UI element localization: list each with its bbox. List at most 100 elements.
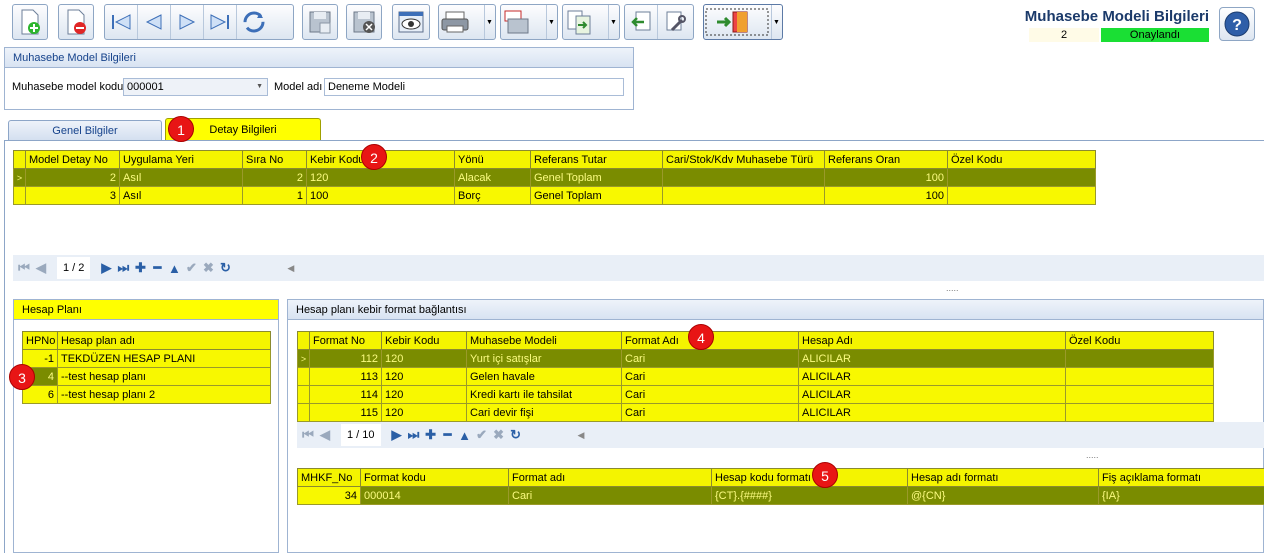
remove-icon[interactable]: ━ [441,427,455,443]
column-header[interactable]: Sıra No [242,150,307,169]
cell[interactable]: Borç [454,186,531,205]
column-header[interactable]: Uygulama Yeri [119,150,243,169]
previous-icon[interactable]: ◀ [34,260,48,276]
refresh-icon[interactable]: ↻ [218,260,232,276]
print-button[interactable]: ▼ [438,4,496,40]
table-row[interactable]: 113 120 Gelen havale Cari ALICILAR [297,367,1214,386]
cell[interactable]: 120 [381,349,467,368]
column-header[interactable]: Özel Kodu [947,150,1096,169]
cell[interactable]: Cari [508,486,712,505]
last-icon[interactable]: ⏭ [116,260,130,276]
add-icon[interactable]: ✚ [133,260,147,276]
column-header[interactable]: Cari/Stok/Kdv Muhasebe Türü [662,150,825,169]
cancel-save-button[interactable] [346,4,382,40]
next-icon[interactable]: ▶ [390,427,404,443]
cell[interactable]: 000014 [360,486,509,505]
table-row[interactable]: > 112 120 Yurt içi satışlar Cari ALICILA… [297,349,1214,368]
cell[interactable]: {CT}.{####} [711,486,908,505]
column-header[interactable]: Format No [309,331,382,350]
check-icon[interactable]: ✔ [475,427,489,443]
cell[interactable]: {IA} [1098,486,1264,505]
cell[interactable]: 2 [25,168,120,187]
up-icon[interactable]: ▲ [458,428,472,443]
preview-button[interactable] [392,4,430,40]
cell[interactable]: @{CN} [907,486,1099,505]
table-row[interactable]: 114 120 Kredi kartı ile tahsilat Cari AL… [297,385,1214,404]
save-button[interactable] [302,4,338,40]
new-button[interactable] [12,4,48,40]
table-row[interactable]: > 2 Asıl 2 120 Alacak Genel Toplam 100 [13,168,1096,187]
first-icon[interactable]: ⏮ [17,260,31,276]
cell[interactable]: 34 [297,486,361,505]
cell[interactable]: Cari [621,367,799,386]
table-row[interactable]: 4 --test hesap planı [22,367,271,386]
column-header[interactable]: Format adı [508,468,712,487]
table-row[interactable]: 6 --test hesap planı 2 [22,385,271,404]
scroll-left-icon[interactable]: ◀ [287,263,294,274]
cell[interactable]: Alacak [454,168,531,187]
column-header[interactable]: Referans Tutar [530,150,663,169]
previous-record-button[interactable] [138,5,171,39]
cell[interactable]: Cari devir fişi [466,403,622,422]
cell[interactable]: Cari [621,349,799,368]
previous-icon[interactable]: ◀ [318,427,332,443]
model-name-field[interactable]: Deneme Modeli [324,78,624,96]
cell[interactable]: Asıl [119,168,243,187]
cell[interactable] [1065,385,1214,404]
add-icon[interactable]: ✚ [424,427,438,443]
cell[interactable]: 100 [824,168,948,187]
splitter[interactable]: ..... [1086,450,1099,460]
cell[interactable] [662,186,825,205]
cell[interactable] [662,168,825,187]
cell[interactable] [1065,403,1214,422]
column-header[interactable]: Format kodu [360,468,509,487]
splitter[interactable]: ..... [946,283,959,293]
first-icon[interactable]: ⏮ [301,427,315,443]
table-row[interactable]: -1 TEKDÜZEN HESAP PLANI [22,349,271,368]
chevron-down-icon[interactable]: ▼ [608,5,618,39]
cell[interactable] [1065,367,1214,386]
scroll-left-icon[interactable]: ◀ [578,430,585,441]
cell[interactable]: ALICILAR [798,367,1066,386]
chevron-down-icon[interactable]: ▼ [546,5,556,39]
export-button[interactable]: ▼ [562,4,620,40]
chevron-down-icon[interactable]: ▼ [484,5,494,39]
first-record-button[interactable] [105,5,138,39]
cell[interactable]: Genel Toplam [530,186,663,205]
cell[interactable]: ALICILAR [798,385,1066,404]
next-icon[interactable]: ▶ [99,260,113,276]
delete-button[interactable] [58,4,94,40]
cell[interactable]: Gelen havale [466,367,622,386]
cell[interactable] [947,168,1096,187]
remove-icon[interactable]: ━ [150,260,164,276]
cell[interactable]: Asıl [119,186,243,205]
cell[interactable]: --test hesap planı 2 [57,385,271,404]
column-header[interactable]: Muhasebe Modeli [466,331,622,350]
cell[interactable]: 112 [309,349,382,368]
cancel-icon[interactable]: ✖ [201,260,215,276]
cell[interactable]: 100 [824,186,948,205]
cell[interactable]: ALICILAR [798,349,1066,368]
last-icon[interactable]: ⏭ [407,427,421,443]
next-record-button[interactable] [171,5,204,39]
column-header[interactable]: Hesap plan adı [57,331,271,350]
refresh-icon[interactable]: ↻ [509,427,523,443]
table-row[interactable]: 34 000014 Cari {CT}.{####} @{CN} {IA} [297,486,1264,505]
column-header[interactable]: HPNo [22,331,58,350]
cell[interactable] [1065,349,1214,368]
settings-button[interactable] [658,5,691,39]
column-header[interactable]: Model Detay No [25,150,120,169]
table-row[interactable]: 115 120 Cari devir fişi Cari ALICILAR [297,403,1214,422]
cell[interactable]: Cari [621,403,799,422]
cell[interactable]: 120 [381,367,467,386]
cell[interactable]: Yurt içi satışlar [466,349,622,368]
column-header[interactable]: Fiş açıklama formatı [1098,468,1264,487]
import-button[interactable] [625,5,658,39]
column-header[interactable]: Kebir Kodu [381,331,467,350]
model-code-combo[interactable]: 000001 ▼ [123,78,268,96]
cell[interactable]: 114 [309,385,382,404]
column-header[interactable]: Yönü [454,150,531,169]
chevron-down-icon[interactable]: ▼ [771,5,781,39]
cell[interactable]: 1 [242,186,307,205]
column-header[interactable]: Hesap kodu formatı [711,468,908,487]
